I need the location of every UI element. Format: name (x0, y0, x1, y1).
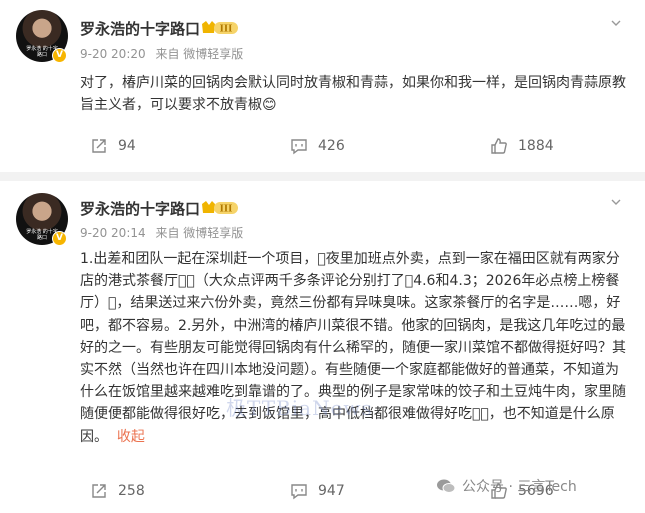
weibo-post-card: 罗永浩 的十字路口 V 罗永浩的十字路口 III 9-20 20:20 来自 微… (0, 0, 645, 172)
repost-icon (92, 139, 106, 153)
action-bar: 94 426 1884 (0, 133, 645, 159)
wechat-account-label: 公众号 · 三言Tech (436, 476, 577, 496)
repost-button[interactable]: 258 (90, 478, 145, 504)
post-meta: 9-20 20:20 来自 微博轻享版 (80, 45, 249, 62)
post-time[interactable]: 9-20 20:14 (80, 226, 146, 240)
comment-icon (291, 139, 307, 155)
repost-icon (92, 484, 106, 498)
post-text: 1.出差和团队一起在深圳赶一个项目， 夜里加班点外卖，点到一家在福田区就有两家分… (80, 248, 628, 448)
post-time[interactable]: 9-20 20:20 (80, 47, 146, 61)
wechat-icon (436, 478, 456, 494)
level-badge-icon: III (202, 21, 238, 35)
comment-count: 426 (318, 138, 345, 154)
level-badge-text: III (220, 205, 233, 215)
post-source: 来自 微博轻享版 (155, 226, 244, 240)
verified-badge-icon: V (52, 231, 67, 246)
comment-button[interactable]: 426 (290, 133, 345, 159)
author-name[interactable]: 罗永浩的十字路口 (80, 18, 200, 39)
smile-emoji-icon: 😊 (262, 97, 277, 114)
post-meta: 9-20 20:14 来自 微博轻享版 (80, 224, 249, 241)
wechat-account-text: 公众号 · 三言Tech (462, 479, 577, 495)
like-button[interactable]: 1884 (490, 133, 554, 159)
post-source: 来自 微博轻享版 (155, 47, 244, 61)
repost-count: 94 (118, 138, 136, 154)
author-name[interactable]: 罗永浩的十字路口 (80, 198, 200, 219)
repost-button[interactable]: 94 (90, 133, 136, 159)
thumbs-up-icon (491, 138, 507, 154)
weibo-post-card: 罗永浩 的十字路口 V 罗永浩的十字路口 III 9-20 20:14 来自 微… (0, 181, 645, 513)
comment-button[interactable]: 947 (290, 478, 345, 504)
level-badge-text: III (220, 25, 233, 35)
comment-count: 947 (318, 483, 345, 499)
collapse-link[interactable]: 收起 (117, 429, 145, 445)
post-text: 对了，椿庐川菜的回锅肉会默认同时放青椒和青蒜，如果你和我一样，是回锅肉青蒜原教旨… (80, 72, 628, 116)
comment-icon (291, 484, 307, 500)
chevron-down-icon[interactable] (611, 197, 621, 207)
verified-badge-icon: V (52, 48, 67, 63)
post-text-body: 对了，椿庐川菜的回锅肉会默认同时放青椒和青蒜，如果你和我一样，是回锅肉青蒜原教旨… (80, 75, 626, 114)
post-text-body: 1.出差和团队一起在深圳赶一个项目， 夜里加班点外卖，点到一家在福田区就有两家分… (80, 251, 626, 445)
repost-count: 258 (118, 483, 145, 499)
level-badge-icon: III (202, 201, 238, 215)
chevron-down-icon[interactable] (611, 18, 621, 28)
like-count: 1884 (518, 138, 554, 154)
